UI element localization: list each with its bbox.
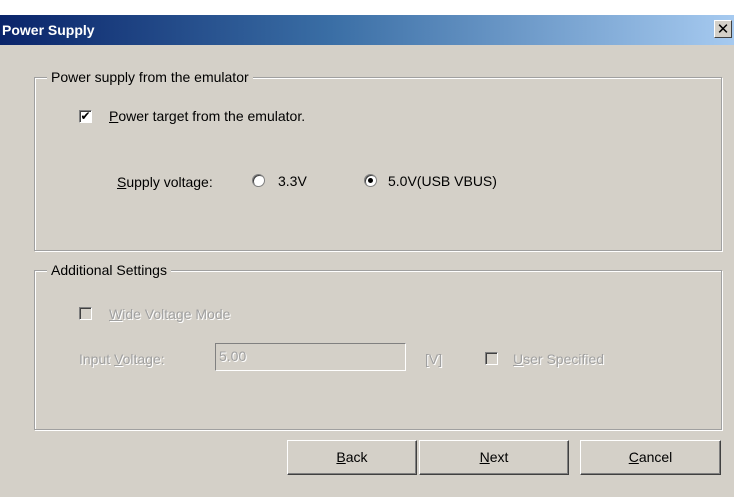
next-button[interactable]: Next [419, 440, 569, 475]
input-voltage-label: Input Voltage: [79, 351, 165, 367]
dialog-title: Power Supply [2, 22, 95, 38]
title-bar: Power Supply ✕ [0, 15, 734, 45]
input-voltage-value: 5.00 [219, 348, 247, 364]
supply-voltage-label: Supply voltage: [117, 174, 213, 190]
dialog-client-area: Power supply from the emulator ✔ Power t… [0, 45, 734, 497]
cancel-button[interactable]: Cancel [580, 440, 721, 475]
close-icon: ✕ [716, 21, 730, 38]
power-target-checkbox[interactable]: ✔ [79, 110, 92, 123]
power-target-label[interactable]: Power target from the emulator. [109, 108, 305, 124]
radio-5v-usb-vbus-label[interactable]: 5.0V(USB VBUS) [388, 173, 497, 189]
wide-voltage-checkbox[interactable] [79, 307, 92, 320]
power-supply-dialog: Power Supply ✕ Power supply from the emu… [0, 0, 734, 497]
user-specified-checkbox[interactable] [485, 352, 498, 365]
voltage-unit-label: [V] [425, 351, 443, 367]
checkmark-icon: ✔ [80, 109, 91, 123]
power-supply-group-legend: Power supply from the emulator [47, 69, 253, 85]
radio-selected-dot-icon [368, 178, 373, 183]
power-supply-group: Power supply from the emulator ✔ Power t… [34, 69, 722, 251]
additional-settings-legend: Additional Settings [47, 262, 171, 278]
input-voltage-field[interactable]: 5.00 [215, 343, 406, 371]
back-button[interactable]: Back [287, 440, 417, 475]
user-specified-label[interactable]: User Specified [513, 351, 604, 367]
additional-settings-group: Additional Settings Wide Voltage Mode In… [34, 262, 722, 430]
close-button[interactable]: ✕ [714, 20, 732, 38]
radio-3v3[interactable] [252, 174, 265, 187]
radio-3v3-label[interactable]: 3.3V [278, 173, 307, 189]
wide-voltage-label[interactable]: Wide Voltage Mode [109, 306, 230, 322]
radio-5v-usb-vbus[interactable] [364, 174, 377, 187]
